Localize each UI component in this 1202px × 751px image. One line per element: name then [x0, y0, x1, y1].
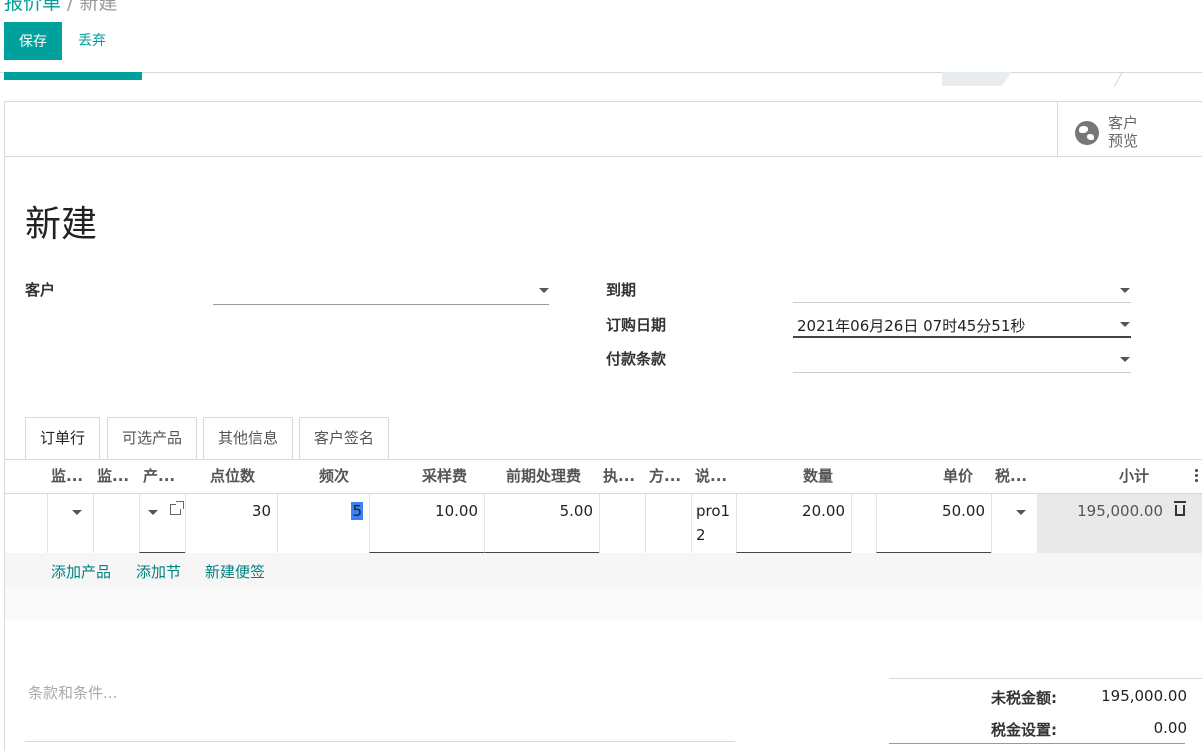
discard-button[interactable]: 丢弃: [70, 22, 114, 60]
monitor-item-cell[interactable]: [93, 494, 139, 553]
column-header[interactable]: 点位数: [210, 459, 290, 494]
chevron-down-icon[interactable]: [539, 288, 549, 293]
column-header[interactable]: 产...: [143, 459, 183, 494]
customer-preview-button[interactable]: 客户 预览: [1057, 102, 1202, 157]
external-link-icon[interactable]: [170, 501, 184, 515]
customer-field[interactable]: [213, 279, 549, 305]
description-value-line1: pro1: [696, 502, 731, 520]
page-title: 新建: [25, 204, 98, 245]
control-panel: 报价单 / 新建 保存 丢弃: [0, 0, 1202, 73]
description-value-line2: 2: [696, 526, 706, 544]
breadcrumb: 报价单 / 新建: [4, 0, 118, 15]
method-cell[interactable]: [645, 494, 691, 553]
form-sheet: 客户 预览 新建 客户 到期 订购日期 2021年06月26日 07时45分51…: [4, 101, 1202, 751]
sampling-fee-value: 10.00: [435, 502, 478, 520]
table-row[interactable]: 30 5 10.00 5.00 pro1 2 20.00 50.00 195,0…: [5, 494, 1202, 553]
save-button[interactable]: 保存: [4, 22, 62, 60]
description-cell[interactable]: pro1 2: [691, 494, 736, 553]
expiry-label: 到期: [606, 281, 637, 299]
pretreatment-fee-value: 5.00: [559, 502, 593, 520]
customer-label: 客户: [25, 281, 56, 299]
column-header[interactable]: 监...: [51, 459, 91, 494]
globe-icon: [1075, 121, 1099, 145]
expiry-field[interactable]: [793, 277, 1131, 303]
column-header[interactable]: 税...: [995, 459, 1035, 494]
add-line-row: 添加产品 添加节 新建便签: [5, 553, 1202, 588]
column-header[interactable]: 前期处理费: [485, 459, 581, 494]
order-date-value: 2021年06月26日 07时45分51秒: [797, 317, 1026, 335]
chevron-down-icon[interactable]: [148, 510, 158, 515]
status-bar-step[interactable]: [942, 72, 1012, 86]
trash-icon[interactable]: [1174, 501, 1186, 516]
breadcrumb-separator: /: [61, 0, 80, 14]
frequency-cell[interactable]: 5: [277, 494, 369, 553]
untaxed-amount-value: 195,000.00: [1101, 687, 1187, 705]
tab-optional-products[interactable]: 可选产品: [107, 417, 198, 459]
order-date-label: 订购日期: [606, 316, 667, 334]
subtotal-cell: 195,000.00: [1037, 494, 1202, 553]
payment-terms-label: 付款条款: [606, 350, 667, 368]
column-header[interactable]: 方...: [649, 459, 689, 494]
tab-other-info[interactable]: 其他信息: [203, 417, 294, 459]
totals-summary: 未税金额: 195,000.00 税金设置: 0.00: [889, 678, 1202, 744]
status-bar-divider: [1113, 72, 1133, 86]
sampling-fee-cell[interactable]: 10.00: [369, 494, 484, 553]
column-header[interactable]: 监...: [97, 459, 137, 494]
column-header[interactable]: 说...: [695, 459, 735, 494]
terms-field[interactable]: 条款和条件...: [25, 682, 735, 742]
points-cell[interactable]: 30: [185, 494, 277, 553]
quantity-value: 20.00: [802, 502, 845, 520]
chevron-down-icon[interactable]: [1120, 357, 1130, 362]
frequency-value: 5: [351, 502, 363, 520]
column-header[interactable]: 频次: [319, 459, 369, 494]
tax-label: 税金设置:: [991, 721, 1057, 739]
tax-row: 税金设置: 0.00: [889, 711, 1202, 743]
product-cell[interactable]: [139, 494, 185, 553]
points-value: 30: [251, 502, 271, 520]
spacer-cell: [851, 494, 876, 553]
tax-cell[interactable]: [991, 494, 1037, 553]
tab-customer-signature[interactable]: 客户签名: [299, 417, 390, 459]
add-note-link[interactable]: 新建便签: [205, 561, 265, 582]
add-product-link[interactable]: 添加产品: [51, 561, 111, 582]
payment-terms-field[interactable]: [793, 347, 1131, 373]
terms-placeholder: 条款和条件...: [28, 684, 118, 702]
breadcrumb-quotations-link[interactable]: 报价单: [4, 0, 61, 14]
chevron-down-icon[interactable]: [1120, 288, 1130, 293]
execution-cell[interactable]: [599, 494, 645, 553]
customer-preview-label: 客户 预览: [1108, 114, 1139, 150]
pretreatment-fee-cell[interactable]: 5.00: [484, 494, 599, 553]
quantity-cell[interactable]: 20.00: [736, 494, 851, 553]
column-header[interactable]: 单价: [895, 459, 973, 494]
chevron-down-icon[interactable]: [1016, 510, 1026, 515]
order-date-field[interactable]: 2021年06月26日 07时45分51秒: [793, 312, 1131, 338]
totals-divider: [889, 743, 1185, 744]
column-header[interactable]: 执...: [603, 459, 643, 494]
untaxed-amount-label: 未税金额:: [991, 689, 1057, 707]
status-bar-active[interactable]: [4, 72, 142, 80]
breadcrumb-current: 新建: [79, 0, 118, 14]
tab-order-lines[interactable]: 订单行: [25, 417, 101, 460]
column-header[interactable]: 采样费: [385, 459, 467, 494]
column-header[interactable]: 小计: [1065, 459, 1149, 494]
untaxed-amount-row: 未税金额: 195,000.00: [889, 679, 1202, 711]
unit-price-cell[interactable]: 50.00: [876, 494, 991, 553]
chevron-down-icon[interactable]: [72, 510, 82, 515]
empty-row: [5, 588, 1202, 620]
column-header[interactable]: 数量: [765, 459, 833, 494]
table-header: 监... 监... 产... 点位数 频次 采样费 前期处理费 执... 方..…: [5, 459, 1202, 494]
column-options-icon[interactable]: [1195, 469, 1198, 483]
monitor-type-cell[interactable]: [47, 494, 93, 553]
add-section-link[interactable]: 添加节: [136, 561, 181, 582]
button-box: 客户 预览: [5, 102, 1202, 157]
subtotal-value: 195,000.00: [1077, 502, 1163, 520]
unit-price-value: 50.00: [942, 502, 985, 520]
chevron-down-icon[interactable]: [1120, 322, 1130, 327]
tax-value: 0.00: [1153, 719, 1187, 737]
